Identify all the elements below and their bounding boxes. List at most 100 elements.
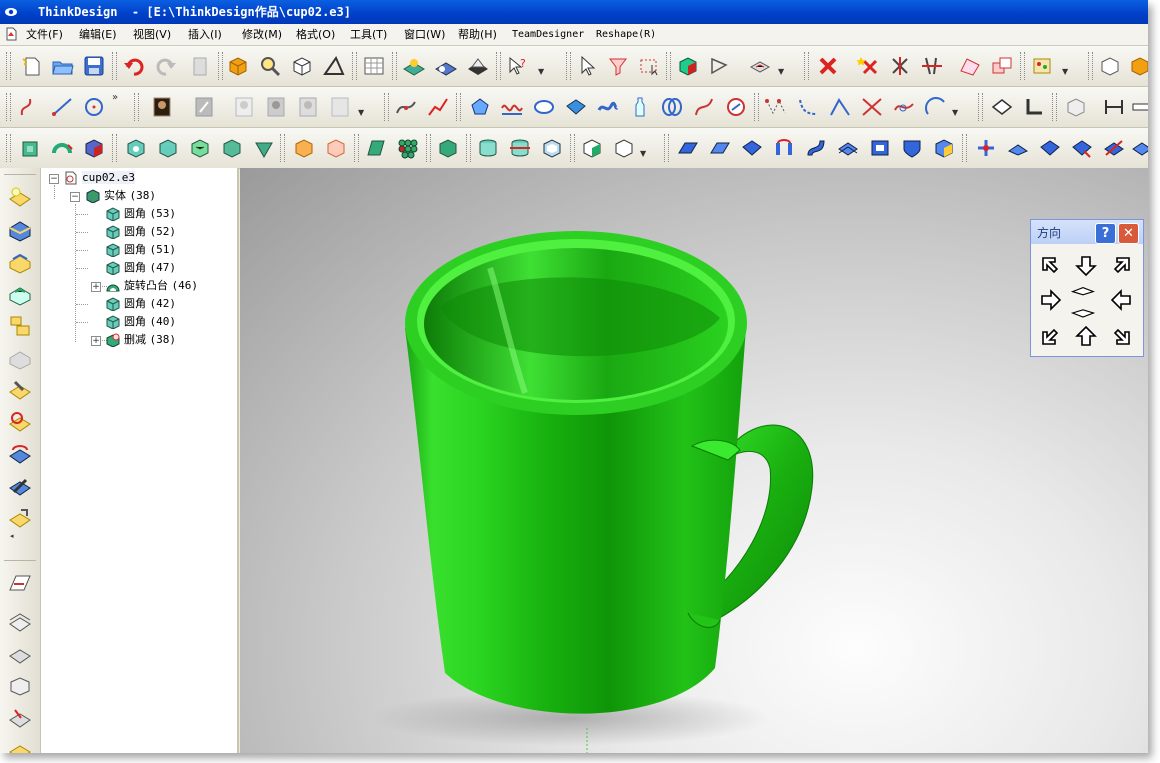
solid-edit-icon[interactable]: [436, 137, 460, 159]
delete-star-icon[interactable]: [856, 55, 880, 77]
tree-item-fillet[interactable]: 圆角 (51): [105, 242, 176, 258]
surface-box-icon[interactable]: [932, 137, 956, 159]
mesh-cut-icon[interactable]: [1102, 137, 1126, 159]
toolbar-grip[interactable]: [804, 52, 809, 80]
dropdown-arrow-icon[interactable]: ▼: [640, 149, 646, 158]
arrow-right-icon[interactable]: [1039, 288, 1063, 312]
table-icon[interactable]: [362, 55, 386, 77]
arrow-left-icon[interactable]: [1109, 288, 1133, 312]
title-bar[interactable]: ThinkDesign - [E:\ThinkDesign作品\cup02.e3…: [0, 0, 1148, 24]
toolbar-grip[interactable]: [426, 134, 431, 162]
material-icon[interactable]: [434, 55, 458, 77]
line-icon[interactable]: [50, 96, 74, 118]
curve-point-icon[interactable]: [394, 96, 418, 118]
blend-curve-icon[interactable]: [596, 96, 620, 118]
tree-expand-cut[interactable]: +: [91, 336, 101, 346]
wireframe-icon[interactable]: [708, 55, 732, 77]
select-window-icon[interactable]: [638, 55, 662, 77]
view-cube-icon[interactable]: [290, 55, 314, 77]
point-curve-icon[interactable]: [796, 96, 820, 118]
graphics-viewport[interactable]: [240, 168, 1148, 753]
select-pointer-icon[interactable]: [576, 55, 600, 77]
tree-collapse-solid[interactable]: −: [70, 192, 80, 202]
image-fade-icon[interactable]: [296, 96, 320, 118]
toolbar-grip[interactable]: [6, 134, 11, 162]
revolve-icon[interactable]: [50, 137, 74, 159]
toolbar-grip[interactable]: [280, 134, 285, 162]
top-view-icon[interactable]: [1070, 281, 1096, 305]
toolbar-grip[interactable]: [466, 134, 471, 162]
save-icon[interactable]: [82, 55, 106, 77]
toolbar-grip[interactable]: [754, 93, 759, 121]
section-cylinder-icon[interactable]: [508, 137, 532, 159]
toolbar-grip[interactable]: [384, 93, 389, 121]
help-pointer-icon[interactable]: ?: [506, 55, 530, 77]
menu-modify[interactable]: 修改(M): [242, 24, 282, 45]
direction-panel-header[interactable]: 方向 ? ✕: [1031, 220, 1143, 244]
tree-item-revolve-boss[interactable]: 旋转凸台 (46): [105, 278, 198, 294]
arrow-up-icon[interactable]: [1074, 324, 1098, 348]
image-edit-icon[interactable]: [192, 96, 216, 118]
stacked-boxes-icon[interactable]: [7, 314, 33, 338]
sheet-edit-icon[interactable]: [7, 738, 33, 753]
sweep-icon[interactable]: [692, 96, 716, 118]
tree-item-fillet[interactable]: 圆角 (53): [105, 206, 176, 222]
toolbar-grip[interactable]: [392, 52, 397, 80]
toolbar-grip[interactable]: [354, 134, 359, 162]
box-open-icon[interactable]: [324, 137, 348, 159]
pattern-icon[interactable]: [396, 137, 420, 159]
taper-solid-icon[interactable]: [252, 137, 276, 159]
clipboard-icon[interactable]: [188, 55, 212, 77]
mesh-edit-icon[interactable]: [1070, 137, 1094, 159]
light-icon[interactable]: [466, 55, 490, 77]
menu-format[interactable]: 格式(O): [296, 24, 335, 45]
folder-blocks-icon[interactable]: [7, 250, 33, 274]
draft-solid-icon[interactable]: [220, 137, 244, 159]
bottle-icon[interactable]: [628, 96, 652, 118]
freehand-icon[interactable]: [426, 96, 450, 118]
tree-item-fillet[interactable]: 圆角 (40): [105, 314, 176, 330]
tree-item-fillet[interactable]: 圆角 (52): [105, 224, 176, 240]
blocks-group-icon[interactable]: [7, 282, 33, 306]
dropdown-arrow-icon[interactable]: ▼: [538, 67, 544, 76]
move-block-icon[interactable]: [7, 442, 33, 466]
zoom-icon[interactable]: [258, 55, 282, 77]
close-button[interactable]: ✕: [1118, 223, 1139, 244]
menu-teamdesigner[interactable]: TeamDesigner: [512, 24, 584, 45]
tree-item-fillet[interactable]: 圆角 (42): [105, 296, 176, 312]
select-filter-icon[interactable]: [606, 55, 630, 77]
link-block-icon[interactable]: [7, 474, 33, 498]
arrow-down-right-icon[interactable]: [1109, 324, 1133, 348]
measure-icon[interactable]: [322, 55, 346, 77]
layer-icon[interactable]: [748, 55, 772, 77]
menu-help[interactable]: 帮助(H): [458, 24, 497, 45]
arrow-up-right-icon[interactable]: [1109, 254, 1133, 278]
chamfer-solid-icon[interactable]: [156, 137, 180, 159]
toolbar-grip[interactable]: [1088, 52, 1093, 80]
peak-curve-icon[interactable]: [828, 96, 852, 118]
box-primitive-icon[interactable]: [292, 137, 316, 159]
polygon-icon[interactable]: [468, 96, 492, 118]
shell-solid-icon[interactable]: [188, 137, 212, 159]
ruler-icon[interactable]: [1130, 96, 1148, 118]
tree-item-cut[interactable]: 删减 (38): [105, 332, 176, 348]
palette-icon[interactable]: [1030, 55, 1054, 77]
dropdown-arrow-icon[interactable]: ▼: [952, 108, 958, 117]
open-folder-icon[interactable]: [51, 55, 75, 77]
solid-cube-icon[interactable]: [676, 55, 700, 77]
tree-collapse-root[interactable]: −: [49, 174, 59, 184]
box-icon[interactable]: [1128, 55, 1148, 77]
menu-edit[interactable]: 编辑(E): [79, 24, 117, 45]
arc-icon[interactable]: [924, 96, 948, 118]
solid-settings-icon[interactable]: [612, 137, 636, 159]
sheet-stack-icon[interactable]: [7, 610, 33, 634]
menu-file[interactable]: 文件(F): [26, 24, 63, 45]
split-icon[interactable]: [920, 55, 944, 77]
image-gray-icon[interactable]: [264, 96, 288, 118]
intersect-curve-icon[interactable]: [892, 96, 916, 118]
toolbar-grip[interactable]: [112, 52, 117, 80]
arrow-down-icon[interactable]: [1074, 254, 1098, 278]
loft-icon[interactable]: [660, 96, 684, 118]
step-block-icon[interactable]: [7, 506, 33, 530]
point-set-icon[interactable]: [974, 137, 998, 159]
